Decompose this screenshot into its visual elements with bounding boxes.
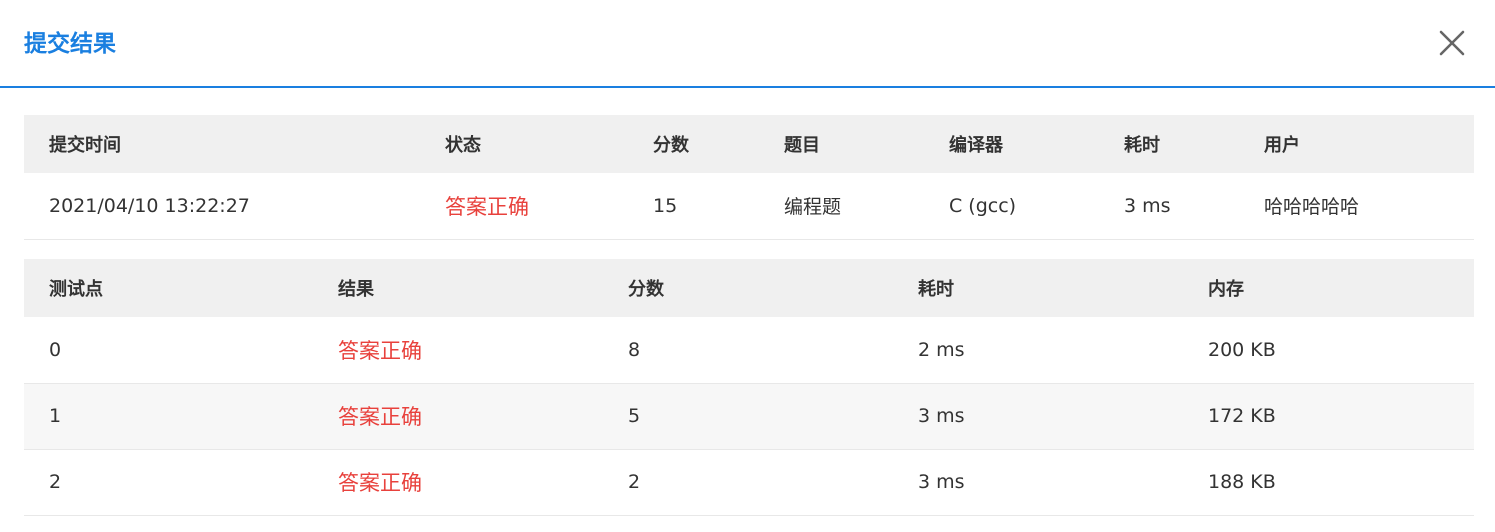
column-header-submit-time: 提交时间 — [49, 135, 121, 156]
case-id: 1 — [24, 383, 313, 450]
table-row: 1 答案正确 5 3 ms 172 KB — [24, 383, 1474, 450]
cases-header-row: 测试点 结果 分数 耗时 内存 — [24, 259, 1474, 317]
summary-row: 2021/04/10 13:22:27 答案正确 15 编程题 C (gcc) … — [24, 173, 1474, 240]
close-icon — [1439, 30, 1465, 56]
column-header-status: 状态 — [445, 135, 481, 156]
column-header-case-id: 测试点 — [49, 279, 103, 300]
case-id: 0 — [24, 317, 313, 384]
case-result: 答案正确 — [313, 449, 603, 516]
submission-summary-table: 提交时间 状态 分数 题目 编译器 耗时 用户 2021/04/10 13:22… — [24, 115, 1474, 240]
case-memory: 188 KB — [1183, 449, 1474, 516]
case-memory: 172 KB — [1183, 383, 1474, 450]
case-result: 答案正确 — [313, 317, 603, 384]
column-header-duration: 耗时 — [1124, 135, 1160, 156]
table-row: 2 答案正确 2 3 ms 188 KB — [24, 449, 1474, 516]
column-header-score: 分数 — [653, 135, 689, 156]
case-duration: 2 ms — [893, 317, 1183, 384]
column-header-result: 结果 — [338, 279, 374, 300]
case-score: 8 — [603, 317, 893, 384]
test-cases-table: 测试点 结果 分数 耗时 内存 0 答案正确 8 2 ms 200 KB 1 答… — [24, 259, 1474, 516]
dialog-title: 提交结果 — [24, 31, 116, 57]
summary-header-row: 提交时间 状态 分数 题目 编译器 耗时 用户 — [24, 115, 1474, 173]
total-score: 15 — [628, 173, 759, 240]
column-header-compiler: 编译器 — [949, 135, 1003, 156]
case-duration: 3 ms — [893, 449, 1183, 516]
case-id: 2 — [24, 449, 313, 516]
column-header-user: 用户 — [1264, 135, 1300, 156]
table-row: 0 答案正确 8 2 ms 200 KB — [24, 317, 1474, 384]
column-header-memory: 内存 — [1208, 279, 1244, 300]
case-score: 2 — [603, 449, 893, 516]
status-badge: 答案正确 — [420, 173, 628, 240]
user-link[interactable]: 哈哈哈哈哈 — [1239, 173, 1474, 240]
column-header-case-score: 分数 — [628, 279, 664, 300]
column-header-problem: 题目 — [784, 135, 820, 156]
submission-result-dialog: 提交结果 提交时间 状态 分数 题目 编译器 耗时 用户 2021/04/10 … — [0, 0, 1495, 532]
case-memory: 200 KB — [1183, 317, 1474, 384]
compiler: C (gcc) — [924, 173, 1099, 240]
problem-link[interactable]: 编程题 — [759, 173, 924, 240]
close-button[interactable] — [1437, 28, 1467, 58]
case-duration: 3 ms — [893, 383, 1183, 450]
column-header-case-duration: 耗时 — [918, 279, 954, 300]
dialog-header: 提交结果 — [0, 0, 1495, 88]
case-result: 答案正确 — [313, 383, 603, 450]
submit-time: 2021/04/10 13:22:27 — [24, 173, 420, 240]
case-score: 5 — [603, 383, 893, 450]
duration: 3 ms — [1099, 173, 1239, 240]
